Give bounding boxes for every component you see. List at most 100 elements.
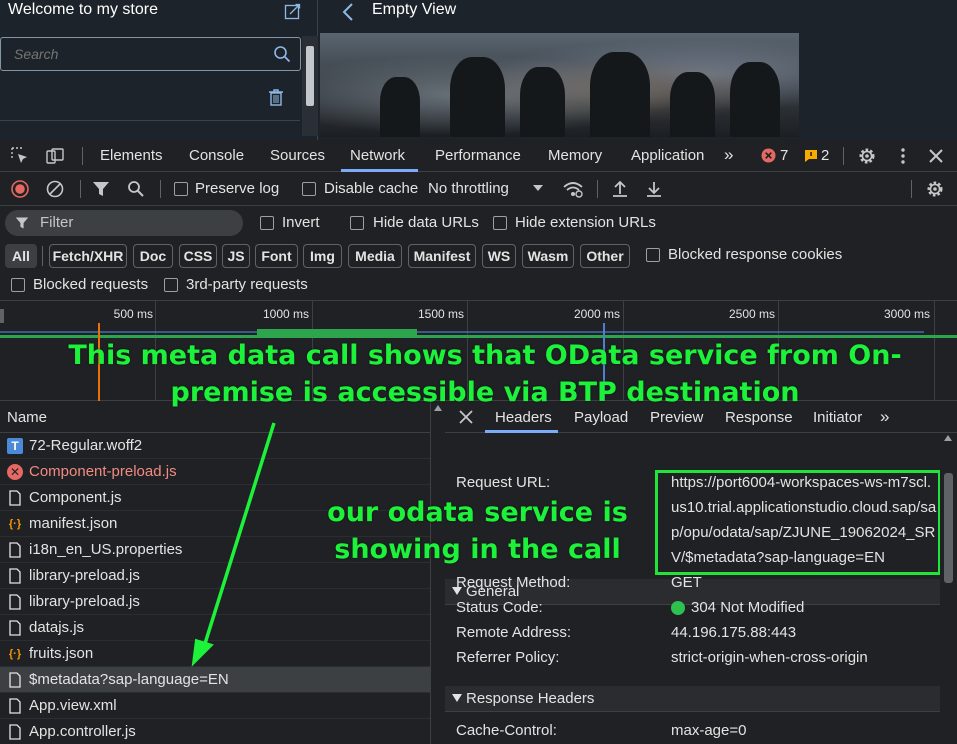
import-har-icon[interactable] bbox=[611, 180, 629, 198]
chevron-down-icon[interactable] bbox=[532, 182, 544, 194]
more-options-icon[interactable] bbox=[894, 147, 912, 165]
chip-css[interactable]: CSS bbox=[179, 244, 217, 268]
cache-control-label: Cache-Control: bbox=[456, 722, 557, 739]
name-column-header[interactable]: Name bbox=[7, 409, 47, 426]
request-row[interactable]: T 72-Regular.woff2 bbox=[0, 433, 430, 459]
tab-performance[interactable]: Performance bbox=[435, 147, 521, 164]
chip-font[interactable]: Font bbox=[255, 244, 298, 268]
tab-payload[interactable]: Payload bbox=[574, 409, 628, 426]
details-scrollbar[interactable] bbox=[940, 433, 957, 744]
tab-preview[interactable]: Preview bbox=[650, 409, 703, 426]
throttling-select[interactable]: No throttling bbox=[428, 180, 509, 197]
filter-input[interactable]: Filter bbox=[5, 210, 243, 236]
search-input[interactable] bbox=[14, 46, 254, 62]
referrer-policy-value: strict-origin-when-cross-origin bbox=[671, 649, 868, 666]
disable-cache-label: Disable cache bbox=[324, 180, 419, 197]
device-toolbar-icon[interactable] bbox=[46, 147, 64, 165]
request-name: library-preload.js bbox=[29, 593, 140, 610]
cache-control-value: max-age=0 bbox=[671, 722, 747, 739]
inspect-element-icon[interactable] bbox=[11, 147, 29, 165]
divider bbox=[0, 120, 300, 121]
settings-gear-icon[interactable] bbox=[858, 147, 876, 165]
chip-media[interactable]: Media bbox=[348, 244, 402, 268]
warning-icon[interactable] bbox=[804, 149, 818, 163]
search-icon[interactable] bbox=[273, 45, 291, 63]
filter-funnel-icon bbox=[15, 217, 29, 229]
disable-cache-checkbox[interactable] bbox=[302, 182, 316, 196]
tick-line bbox=[934, 301, 935, 402]
request-row[interactable]: library-preload.js bbox=[0, 589, 430, 615]
request-list: Name T 72-Regular.woff2 ✕ Component-prel… bbox=[0, 401, 444, 744]
blocked-response-cookies-checkbox[interactable] bbox=[646, 248, 660, 262]
tab-application[interactable]: Application bbox=[631, 147, 704, 164]
active-detail-tab-indicator bbox=[485, 430, 558, 433]
request-name: i18n_en_US.properties bbox=[29, 541, 183, 558]
close-details-icon[interactable] bbox=[459, 410, 473, 424]
chip-fetch-xhr[interactable]: Fetch/XHR bbox=[49, 244, 127, 268]
back-arrow-icon[interactable] bbox=[341, 2, 355, 22]
preserve-log-label: Preserve log bbox=[195, 180, 280, 197]
request-name: fruits.json bbox=[29, 645, 94, 662]
tab-network[interactable]: Network bbox=[350, 147, 405, 164]
request-name: Component-preload.js bbox=[29, 463, 177, 480]
network-conditions-icon[interactable] bbox=[562, 179, 584, 199]
tab-response[interactable]: Response bbox=[725, 409, 793, 426]
network-settings-icon[interactable] bbox=[926, 180, 944, 198]
filter-icon[interactable] bbox=[92, 180, 110, 198]
remote-address-value: 44.196.175.88:443 bbox=[671, 624, 797, 641]
tab-sources[interactable]: Sources bbox=[270, 147, 325, 164]
tab-initiator[interactable]: Initiator bbox=[813, 409, 862, 426]
chip-ws[interactable]: WS bbox=[482, 244, 516, 268]
error-icon[interactable] bbox=[761, 148, 776, 163]
master-panel: Welcome to my store bbox=[0, 0, 318, 140]
clear-icon[interactable] bbox=[46, 180, 64, 198]
response-headers-title: Response Headers bbox=[466, 690, 595, 707]
overview-handle[interactable] bbox=[0, 309, 4, 323]
request-row[interactable]: datajs.js bbox=[0, 615, 430, 641]
tick-label: 1000 ms bbox=[262, 307, 309, 321]
remote-address-label: Remote Address: bbox=[456, 624, 572, 641]
tab-headers[interactable]: Headers bbox=[495, 409, 552, 426]
list-scrollbar[interactable] bbox=[430, 401, 444, 744]
tab-elements[interactable]: Elements bbox=[100, 147, 163, 164]
blocked-requests-checkbox[interactable] bbox=[11, 278, 25, 292]
chip-other[interactable]: Other bbox=[580, 244, 630, 268]
request-row[interactable]: App.controller.js bbox=[0, 719, 430, 744]
divider bbox=[160, 180, 161, 198]
avengers-image bbox=[320, 33, 799, 137]
export-har-icon[interactable] bbox=[645, 180, 663, 198]
store-title: Welcome to my store bbox=[8, 1, 158, 18]
search-field[interactable] bbox=[0, 37, 301, 71]
hide-extension-urls-checkbox[interactable] bbox=[493, 216, 507, 230]
status-code-label: Status Code: bbox=[456, 599, 543, 616]
third-party-requests-checkbox[interactable] bbox=[164, 278, 178, 292]
more-tabs-icon[interactable]: » bbox=[724, 145, 733, 165]
request-name: App.view.xml bbox=[29, 697, 117, 714]
request-row[interactable]: ✕ Component-preload.js bbox=[0, 459, 430, 485]
divider bbox=[843, 147, 844, 165]
chip-all[interactable]: All bbox=[5, 244, 37, 268]
tab-memory[interactable]: Memory bbox=[548, 147, 602, 164]
chip-doc[interactable]: Doc bbox=[133, 244, 173, 268]
invert-checkbox[interactable] bbox=[260, 216, 274, 230]
request-method-label: Request Method: bbox=[456, 574, 571, 591]
file-icon bbox=[9, 620, 21, 636]
chip-manifest[interactable]: Manifest bbox=[408, 244, 476, 268]
tab-console[interactable]: Console bbox=[189, 147, 244, 164]
search-network-icon[interactable] bbox=[127, 180, 145, 198]
request-row[interactable]: {·} fruits.json bbox=[0, 641, 430, 667]
chip-img[interactable]: Img bbox=[303, 244, 342, 268]
hide-data-urls-label: Hide data URLs bbox=[373, 214, 479, 231]
preserve-log-checkbox[interactable] bbox=[174, 182, 188, 196]
request-row[interactable]: App.view.xml bbox=[0, 693, 430, 719]
response-headers-section-header[interactable]: Response Headers bbox=[445, 686, 940, 712]
edit-icon[interactable] bbox=[284, 2, 302, 20]
master-scrollbar[interactable] bbox=[302, 36, 318, 136]
request-row-selected[interactable]: $metadata?sap-language=EN bbox=[0, 667, 430, 693]
trash-icon[interactable] bbox=[267, 88, 285, 106]
record-stop-icon[interactable] bbox=[11, 180, 29, 198]
close-devtools-icon[interactable] bbox=[927, 147, 945, 165]
chip-js[interactable]: JS bbox=[222, 244, 250, 268]
hide-data-urls-checkbox[interactable] bbox=[350, 216, 364, 230]
chip-wasm[interactable]: Wasm bbox=[522, 244, 574, 268]
